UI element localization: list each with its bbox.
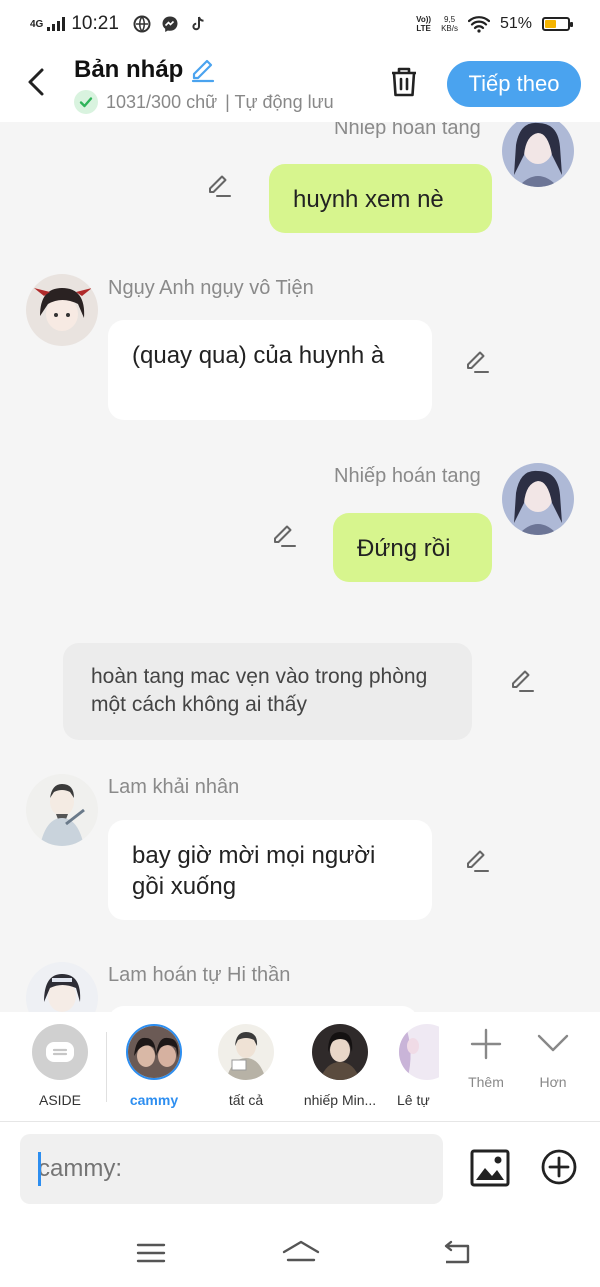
more-label: Hơn [539,1074,567,1090]
aside-icon [32,1024,88,1080]
character-le-tu[interactable]: Lê tự [373,1024,439,1108]
text-caret [38,1152,41,1186]
image-icon[interactable] [470,1148,510,1188]
battery-percent: 51% [499,15,532,32]
avatar[interactable] [26,962,98,1012]
back-arrow-icon[interactable] [22,62,52,102]
character-label: ASIDE [38,1092,81,1108]
avatar [312,1024,368,1080]
check-icon [74,90,98,114]
compose-bar [0,1122,600,1222]
browser-icon [133,15,151,33]
avatar [399,1024,439,1080]
divider [106,1032,107,1102]
character-aside[interactable]: ASIDE [15,1024,105,1108]
character-all[interactable]: tất cả [201,1024,291,1108]
character-nhiep[interactable]: nhiếp Min... [295,1024,385,1108]
save-status: 1031/300 chữ | Tự động lưu [74,90,334,114]
speaker-name: Ngụy Anh ngụy vô Tiện [108,277,314,299]
character-label: nhiếp Min... [303,1092,377,1108]
speaker-name: Lam khải nhân [108,776,240,798]
avatar[interactable] [502,463,574,535]
word-count: 1031/300 chữ [106,91,218,112]
avatar[interactable] [26,774,98,846]
chat-area[interactable]: Nhiếp hoán tang huynh xem nè Ngụy Anh ng… [0,122,600,1012]
draft-title: Bản nháp [74,56,184,83]
message-bubble[interactable]: (quay qua) của huynh à [108,320,432,420]
edit-pencil-icon[interactable] [463,348,491,376]
aside-bubble[interactable]: hoàn tang mac vẹn vào trong phòng một cá… [63,643,472,740]
edit-pencil-icon[interactable] [463,847,491,875]
network-type: 4G [30,18,44,30]
avatar [126,1024,182,1080]
tiktok-icon [192,16,204,31]
character-label: Lê tự [397,1092,430,1108]
status-bar: 4G 10:21 Vo)) LTE 9,5 KB/s 51% [0,0,600,48]
page-title: Bản nháp [74,56,217,84]
clock: 10:21 [71,13,119,34]
message-bubble[interactable]: bay giờ mời mọi người gồi xuống [108,820,432,920]
home-icon[interactable] [282,1238,320,1268]
add-label: Thêm [468,1074,504,1090]
menu-icon[interactable] [134,1238,168,1268]
character-cammy[interactable]: cammy [109,1024,199,1108]
back-nav-icon[interactable] [440,1238,474,1268]
message-bubble[interactable]: huynh xem nè [269,164,492,233]
next-button[interactable]: Tiếp theo [447,61,581,107]
network-speed: 9,5 KB/s [441,15,458,33]
character-selector: ASIDE cammy tất cả nhiếp Min... Lê tự Th… [0,1012,600,1122]
top-app-bar: Bản nháp 1031/300 chữ | Tự động lưu Tiếp… [0,48,600,122]
speaker-name: Nhiếp hoán tang [334,465,481,487]
notification-icons [133,15,207,33]
messenger-icon [162,16,178,32]
system-nav-bar [0,1222,600,1287]
add-character-button[interactable]: Thêm [456,1026,516,1090]
avatar [218,1024,274,1080]
more-button[interactable]: Hơn [523,1026,583,1090]
edit-pencil-icon[interactable] [508,667,536,695]
character-label: cammy [129,1092,179,1108]
message-input[interactable] [20,1134,443,1204]
edit-pencil-icon[interactable] [270,522,298,550]
signal-icon [47,17,66,31]
edit-pencil-icon[interactable] [205,172,233,200]
volte-indicator: Vo)) LTE [416,15,432,33]
wifi-icon [467,16,490,33]
avatar[interactable] [502,122,574,187]
trash-icon[interactable] [386,64,422,100]
speaker-name: Nhiếp hoán tang [334,122,481,139]
battery-icon [542,17,573,31]
character-label: tất cả [228,1092,264,1108]
message-bubble[interactable]: Đứng rồi [333,513,492,582]
autosave-label: | Tự động lưu [225,91,334,112]
avatar[interactable] [26,274,98,346]
edit-title-pencil-icon[interactable] [189,56,217,84]
speaker-name: Lam hoán tự Hi thần [108,964,291,986]
add-circle-icon[interactable] [540,1148,578,1186]
plus-icon [470,1028,502,1060]
chevron-down-icon [537,1034,569,1052]
